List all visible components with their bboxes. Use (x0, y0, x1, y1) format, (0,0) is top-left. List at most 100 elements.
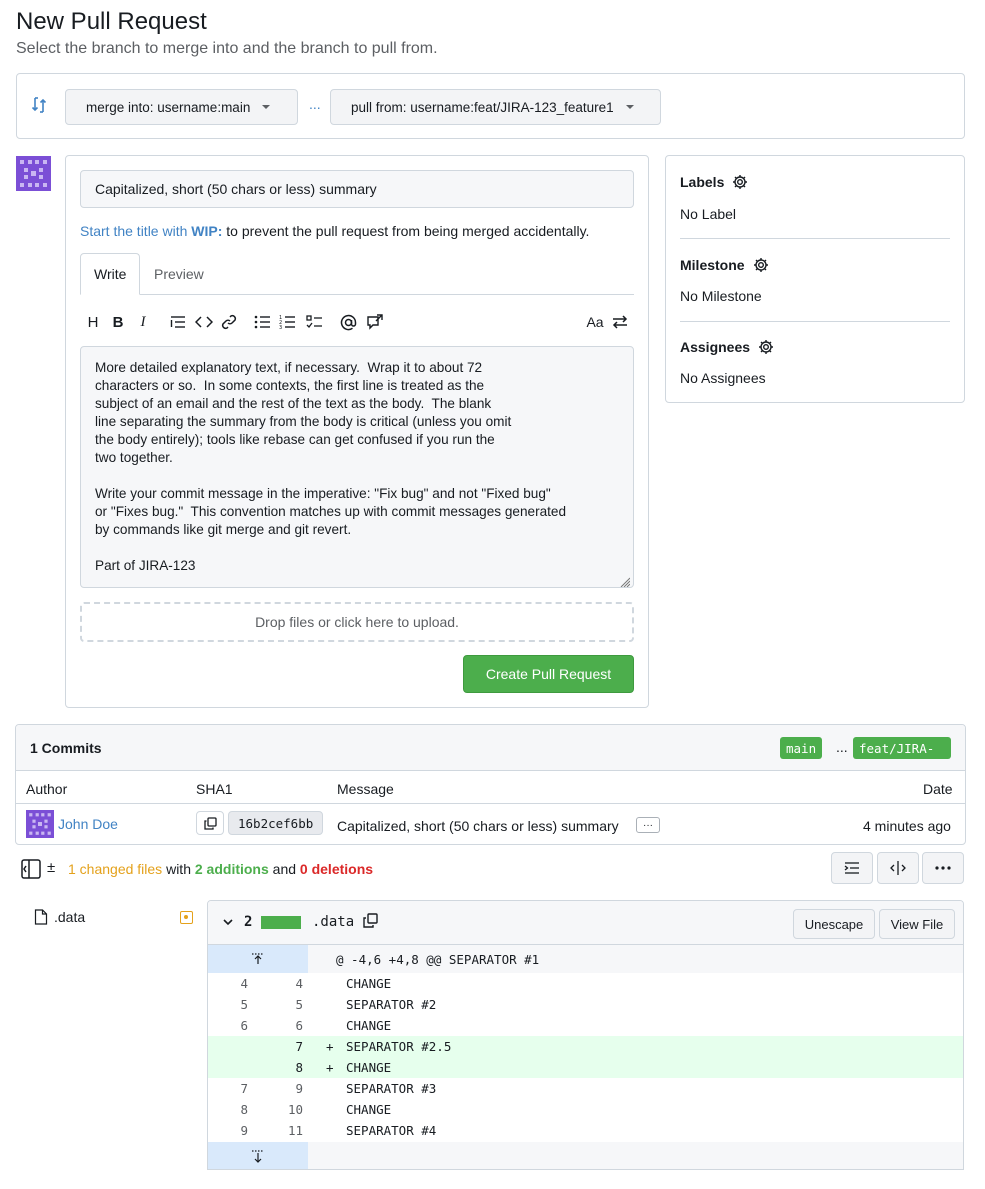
diff-line-context: 9 11 SEPARATOR #4 (208, 1120, 963, 1141)
modified-file-icon (180, 911, 193, 924)
link-icon[interactable] (221, 312, 237, 332)
diff-line-context: 7 9 SEPARATOR #3 (208, 1078, 963, 1099)
tab-write[interactable]: Write (80, 253, 141, 295)
page-title: New Pull Request (16, 8, 207, 35)
create-pull-request-button[interactable]: Create Pull Request (463, 655, 634, 693)
unescape-button[interactable]: Unescape (793, 909, 875, 939)
milestone-section[interactable]: Milestone (680, 257, 769, 273)
title-input[interactable] (80, 170, 634, 208)
copy-sha-button[interactable] (196, 811, 224, 835)
tab-preview[interactable]: Preview (141, 253, 217, 295)
diff-stats-icon: ± (47, 859, 56, 876)
numbered-list-icon[interactable]: 123 (279, 312, 296, 332)
reference-icon[interactable] (365, 312, 383, 332)
bold-icon[interactable]: B (111, 312, 125, 332)
branch-dots: ... (836, 739, 848, 755)
italic-icon[interactable]: I (136, 312, 150, 332)
merge-into-branch-dropdown[interactable]: merge into: username:main (65, 89, 298, 125)
base-branch-label[interactable]: main (780, 737, 823, 759)
expand-down-button[interactable] (208, 1142, 308, 1169)
file-dropzone[interactable]: Drop files or click here to upload. (80, 602, 634, 642)
new-line-number[interactable]: 8 (263, 1060, 303, 1075)
commits-count: 1 Commits (30, 740, 102, 756)
more-options-button[interactable] (922, 852, 964, 884)
wip-hint-prefix[interactable]: Start the title with (80, 223, 187, 239)
font-size-icon[interactable]: Aa (585, 312, 605, 332)
wip-hint: Start the title with WIP: to prevent the… (80, 223, 589, 239)
pull-request-form: Start the title with WIP: to prevent the… (65, 155, 649, 708)
old-line-number[interactable]: 5 (208, 997, 248, 1012)
toggle-file-tree-icon[interactable] (21, 859, 41, 882)
table-row: John Doe 16b2cef6bb Capitalized, short (… (16, 803, 965, 844)
diff-filename[interactable]: .data (312, 914, 354, 930)
diff-stats-bar: ± 1 changed files with 2 additions and 0… (16, 852, 965, 886)
description-textarea[interactable]: More detailed explanatory text, if neces… (80, 346, 634, 588)
new-line-number[interactable]: 9 (263, 1081, 303, 1096)
commit-message[interactable]: Capitalized, short (50 chars or less) su… (337, 818, 619, 834)
pull-from-branch-dropdown[interactable]: pull from: username:feat/JIRA-123_featur… (330, 89, 661, 125)
head-branch-label[interactable]: feat/JIRA- (853, 737, 951, 759)
copy-icon[interactable] (363, 913, 378, 931)
expand-message-button[interactable]: ··· (636, 817, 660, 833)
page-subtitle: Select the branch to merge into and the … (16, 40, 438, 57)
chevron-down-icon[interactable] (222, 915, 234, 931)
column-header-sha: SHA1 (196, 781, 233, 797)
deletions-count: 0 deletions (299, 861, 374, 877)
hunk-header-row: @ -4,6 +4,8 @@ SEPARATOR #1 (208, 945, 963, 973)
mention-icon[interactable] (339, 312, 357, 332)
commit-sha-link[interactable]: 16b2cef6bb (228, 811, 324, 835)
assignees-title: Assignees (680, 339, 751, 355)
svg-text:3: 3 (279, 325, 282, 329)
tasklist-icon[interactable] (306, 312, 323, 332)
avatar[interactable] (26, 810, 54, 838)
diff-sign: + (326, 1060, 334, 1075)
diff-line-context: 4 4 CHANGE (208, 973, 963, 994)
diff-code: SEPARATOR #4 (346, 1123, 437, 1138)
milestone-title: Milestone (680, 257, 745, 273)
new-line-number[interactable]: 7 (263, 1039, 303, 1054)
labels-section[interactable]: Labels (680, 174, 748, 190)
gear-icon[interactable] (758, 339, 774, 355)
pull-from-label: pull from: username:feat/JIRA-123_featur… (351, 99, 614, 115)
avatar[interactable] (16, 156, 51, 191)
labels-title: Labels (680, 174, 725, 190)
gear-icon[interactable] (732, 174, 748, 190)
diff-change-count: 2 (244, 914, 253, 930)
new-line-number[interactable]: 11 (263, 1123, 303, 1138)
expand-up-button[interactable] (208, 945, 308, 973)
view-file-button[interactable]: View File (879, 909, 955, 939)
old-line-number[interactable]: 6 (208, 1018, 248, 1033)
wip-keyword[interactable]: WIP: (191, 223, 222, 239)
new-line-number[interactable]: 5 (263, 997, 303, 1012)
diff-sign: + (326, 1039, 334, 1054)
switch-editor-icon[interactable] (612, 312, 628, 332)
diff-file-box: 2 .data Unescape View File @ -4,6 +4,8 @… (207, 900, 964, 1170)
resize-handle[interactable] (620, 574, 631, 588)
column-header-message: Message (337, 781, 394, 797)
swap-branches-link[interactable]: ... (309, 96, 321, 112)
assignees-section[interactable]: Assignees (680, 339, 774, 355)
gear-icon[interactable] (753, 257, 769, 273)
file-icon (34, 909, 48, 925)
old-line-number[interactable]: 7 (208, 1081, 248, 1096)
chevron-down-icon (625, 105, 634, 109)
diff-stats-summary: 1 changed files with 2 additions and 0 d… (68, 861, 373, 877)
whitespace-options-button[interactable] (831, 852, 873, 884)
old-line-number[interactable]: 9 (208, 1123, 248, 1138)
commit-author-link[interactable]: John Doe (58, 816, 118, 832)
heading-icon[interactable]: H (86, 312, 100, 332)
file-tree-item[interactable]: .data (34, 909, 85, 925)
new-line-number[interactable]: 4 (263, 976, 303, 991)
old-line-number[interactable]: 4 (208, 976, 248, 991)
quote-icon[interactable] (170, 312, 186, 332)
column-header-date: Date (923, 781, 953, 797)
new-line-number[interactable]: 6 (263, 1018, 303, 1033)
split-view-button[interactable] (877, 852, 919, 884)
code-icon[interactable] (195, 312, 213, 332)
old-line-number[interactable]: 8 (208, 1102, 248, 1117)
bulleted-list-icon[interactable] (254, 312, 271, 332)
commits-table: 1 Commits main ... feat/JIRA- Author SHA… (15, 724, 966, 845)
new-line-number[interactable]: 10 (263, 1102, 303, 1117)
changed-files-count[interactable]: 1 changed files (68, 861, 162, 877)
diff-line-context: 8 10 CHANGE (208, 1099, 963, 1120)
